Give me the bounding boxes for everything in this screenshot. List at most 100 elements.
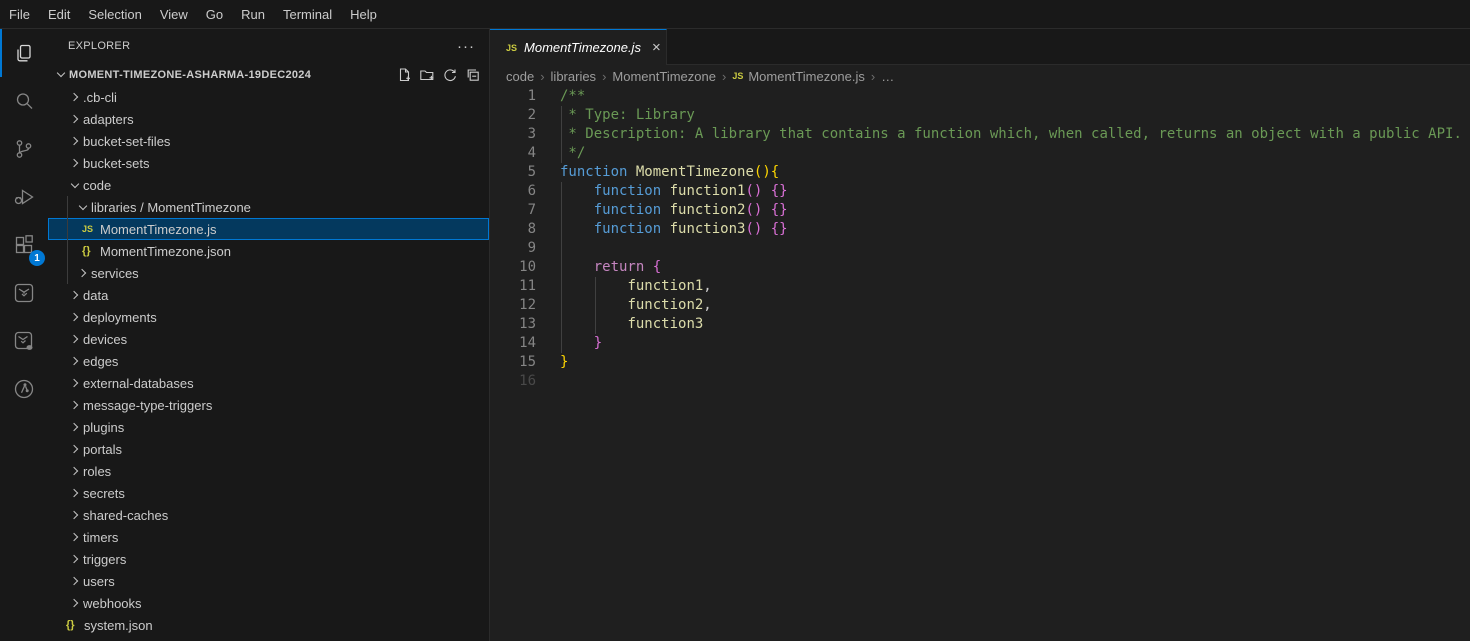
- tree-item-portals[interactable]: portals: [48, 438, 489, 460]
- tree-item-devices[interactable]: devices: [48, 328, 489, 350]
- extensions-activity-button[interactable]: 1: [0, 221, 48, 269]
- token: [560, 183, 594, 199]
- tree-item-system-json[interactable]: {}system.json: [48, 614, 489, 636]
- line-number: 1: [490, 87, 536, 106]
- tree-item-label: MomentTimezone.json: [100, 244, 231, 259]
- breadcrumb-separator: ›: [598, 69, 610, 84]
- tree-item-bucket-sets[interactable]: bucket-sets: [48, 152, 489, 174]
- code-line: 14 }: [490, 334, 1470, 353]
- breadcrumb-item-momenttimezone[interactable]: MomentTimezone: [612, 69, 716, 84]
- token: function2: [627, 297, 703, 313]
- tree-item-message-type-triggers[interactable]: message-type-triggers: [48, 394, 489, 416]
- tree-item-label: libraries / MomentTimezone: [91, 200, 251, 215]
- token: MomentTimezone: [636, 164, 754, 180]
- chevron-right-icon: [66, 111, 83, 127]
- code-line: 13 function3: [490, 315, 1470, 334]
- new-folder-icon[interactable]: [419, 67, 435, 83]
- tree-item-bucket-set-files[interactable]: bucket-set-files: [48, 130, 489, 152]
- close-icon[interactable]: ×: [648, 39, 665, 56]
- editor-group: JS MomentTimezone.js × code›libraries›Mo…: [490, 29, 1470, 641]
- code-editor[interactable]: 1/**2 * Type: Library3 * Description: A …: [490, 87, 1470, 641]
- breadcrumb-label: libraries: [551, 69, 597, 84]
- chevron-right-icon: [66, 595, 83, 611]
- new-file-icon[interactable]: [396, 67, 412, 83]
- token: * Type: Library: [560, 107, 695, 123]
- token: [560, 335, 594, 351]
- line-number: 8: [490, 220, 536, 239]
- tree-item-momenttimezone-js[interactable]: JSMomentTimezone.js: [48, 218, 489, 240]
- menu-item-go[interactable]: Go: [197, 0, 232, 28]
- line-content: }: [536, 353, 1470, 372]
- search-icon: [12, 89, 36, 113]
- tree-item-label: bucket-set-files: [83, 134, 170, 149]
- tree-item-shared-caches[interactable]: shared-caches: [48, 504, 489, 526]
- line-content: function MomentTimezone(){: [536, 163, 1470, 182]
- explorer-header: EXPLORER ···: [48, 29, 489, 63]
- tree-item-code[interactable]: code: [48, 174, 489, 196]
- tree-item-label: data: [83, 288, 108, 303]
- tree-item-momenttimezone-json[interactable]: {}MomentTimezone.json: [48, 240, 489, 262]
- tree-item-label: external-databases: [83, 376, 194, 391]
- breadcrumb-item-[interactable]: …: [881, 69, 894, 84]
- collapse-all-icon[interactable]: [465, 67, 481, 83]
- source-control-activity-button[interactable]: [0, 125, 48, 173]
- line-number: 13: [490, 315, 536, 334]
- menu-item-view[interactable]: View: [151, 0, 197, 28]
- token: * Description: A library that contains a…: [560, 126, 1462, 142]
- search-activity-button[interactable]: [0, 77, 48, 125]
- tree-item-data[interactable]: data: [48, 284, 489, 306]
- tree-item-label: roles: [83, 464, 111, 479]
- javascript-file-icon: JS: [506, 43, 517, 53]
- tree-item-label: timers: [83, 530, 118, 545]
- tree-item-label: users: [83, 574, 115, 589]
- code-line: 2 * Type: Library: [490, 106, 1470, 125]
- breadcrumb-label: …: [881, 69, 894, 84]
- tree-item-roles[interactable]: roles: [48, 460, 489, 482]
- chevron-right-icon: [66, 287, 83, 303]
- tree-item-label: shared-caches: [83, 508, 168, 523]
- tab-momenttimezone-js[interactable]: JS MomentTimezone.js ×: [490, 29, 667, 65]
- menu-item-edit[interactable]: Edit: [39, 0, 79, 28]
- tree-item-deployments[interactable]: deployments: [48, 306, 489, 328]
- tree-item-users[interactable]: users: [48, 570, 489, 592]
- tree-item-timers[interactable]: timers: [48, 526, 489, 548]
- breadcrumb-label: code: [506, 69, 534, 84]
- clearblade-activity-button[interactable]: [0, 269, 48, 317]
- line-number: 3: [490, 125, 536, 144]
- tree-item-adapters[interactable]: adapters: [48, 108, 489, 130]
- clearblade-dot-icon: [12, 329, 36, 353]
- tree-item-libraries-momenttimezone[interactable]: libraries / MomentTimezone: [48, 196, 489, 218]
- breadcrumb-label: MomentTimezone.js: [748, 69, 865, 84]
- token: [762, 202, 770, 218]
- tree-item-triggers[interactable]: triggers: [48, 548, 489, 570]
- tree-item-edges[interactable]: edges: [48, 350, 489, 372]
- menu-item-selection[interactable]: Selection: [79, 0, 150, 28]
- menu-item-terminal[interactable]: Terminal: [274, 0, 341, 28]
- tree-item-external-databases[interactable]: external-databases: [48, 372, 489, 394]
- clearblade-secondary-activity-button[interactable]: [0, 317, 48, 365]
- line-content: }: [536, 334, 1470, 353]
- indent-guide: [561, 258, 562, 277]
- menu-item-file[interactable]: File: [0, 0, 39, 28]
- tree-item-plugins[interactable]: plugins: [48, 416, 489, 438]
- tree-item-webhooks[interactable]: webhooks: [48, 592, 489, 614]
- breadcrumb-item-code[interactable]: code: [506, 69, 534, 84]
- tree-item-secrets[interactable]: secrets: [48, 482, 489, 504]
- token: ,: [703, 278, 711, 294]
- project-root-row[interactable]: MOMENT-TIMEZONE-ASHARMA-19DEC2024: [48, 63, 489, 86]
- share-activity-button[interactable]: [0, 365, 48, 413]
- breadcrumb-item-momenttimezone-js[interactable]: JSMomentTimezone.js: [732, 69, 865, 84]
- refresh-icon[interactable]: [442, 67, 458, 83]
- tree-item-services[interactable]: services: [48, 262, 489, 284]
- run-debug-activity-button[interactable]: [0, 173, 48, 221]
- clearblade-icon: [12, 281, 36, 305]
- tree-item-cb-cli[interactable]: .cb-cli: [48, 86, 489, 108]
- chevron-right-icon: [66, 551, 83, 567]
- breadcrumb-item-libraries[interactable]: libraries: [551, 69, 597, 84]
- menu-item-help[interactable]: Help: [341, 0, 386, 28]
- more-actions-icon[interactable]: ···: [457, 38, 475, 55]
- token: function1: [670, 183, 746, 199]
- menu-item-run[interactable]: Run: [232, 0, 274, 28]
- explorer-activity-button[interactable]: [0, 29, 48, 77]
- line-number: 9: [490, 239, 536, 258]
